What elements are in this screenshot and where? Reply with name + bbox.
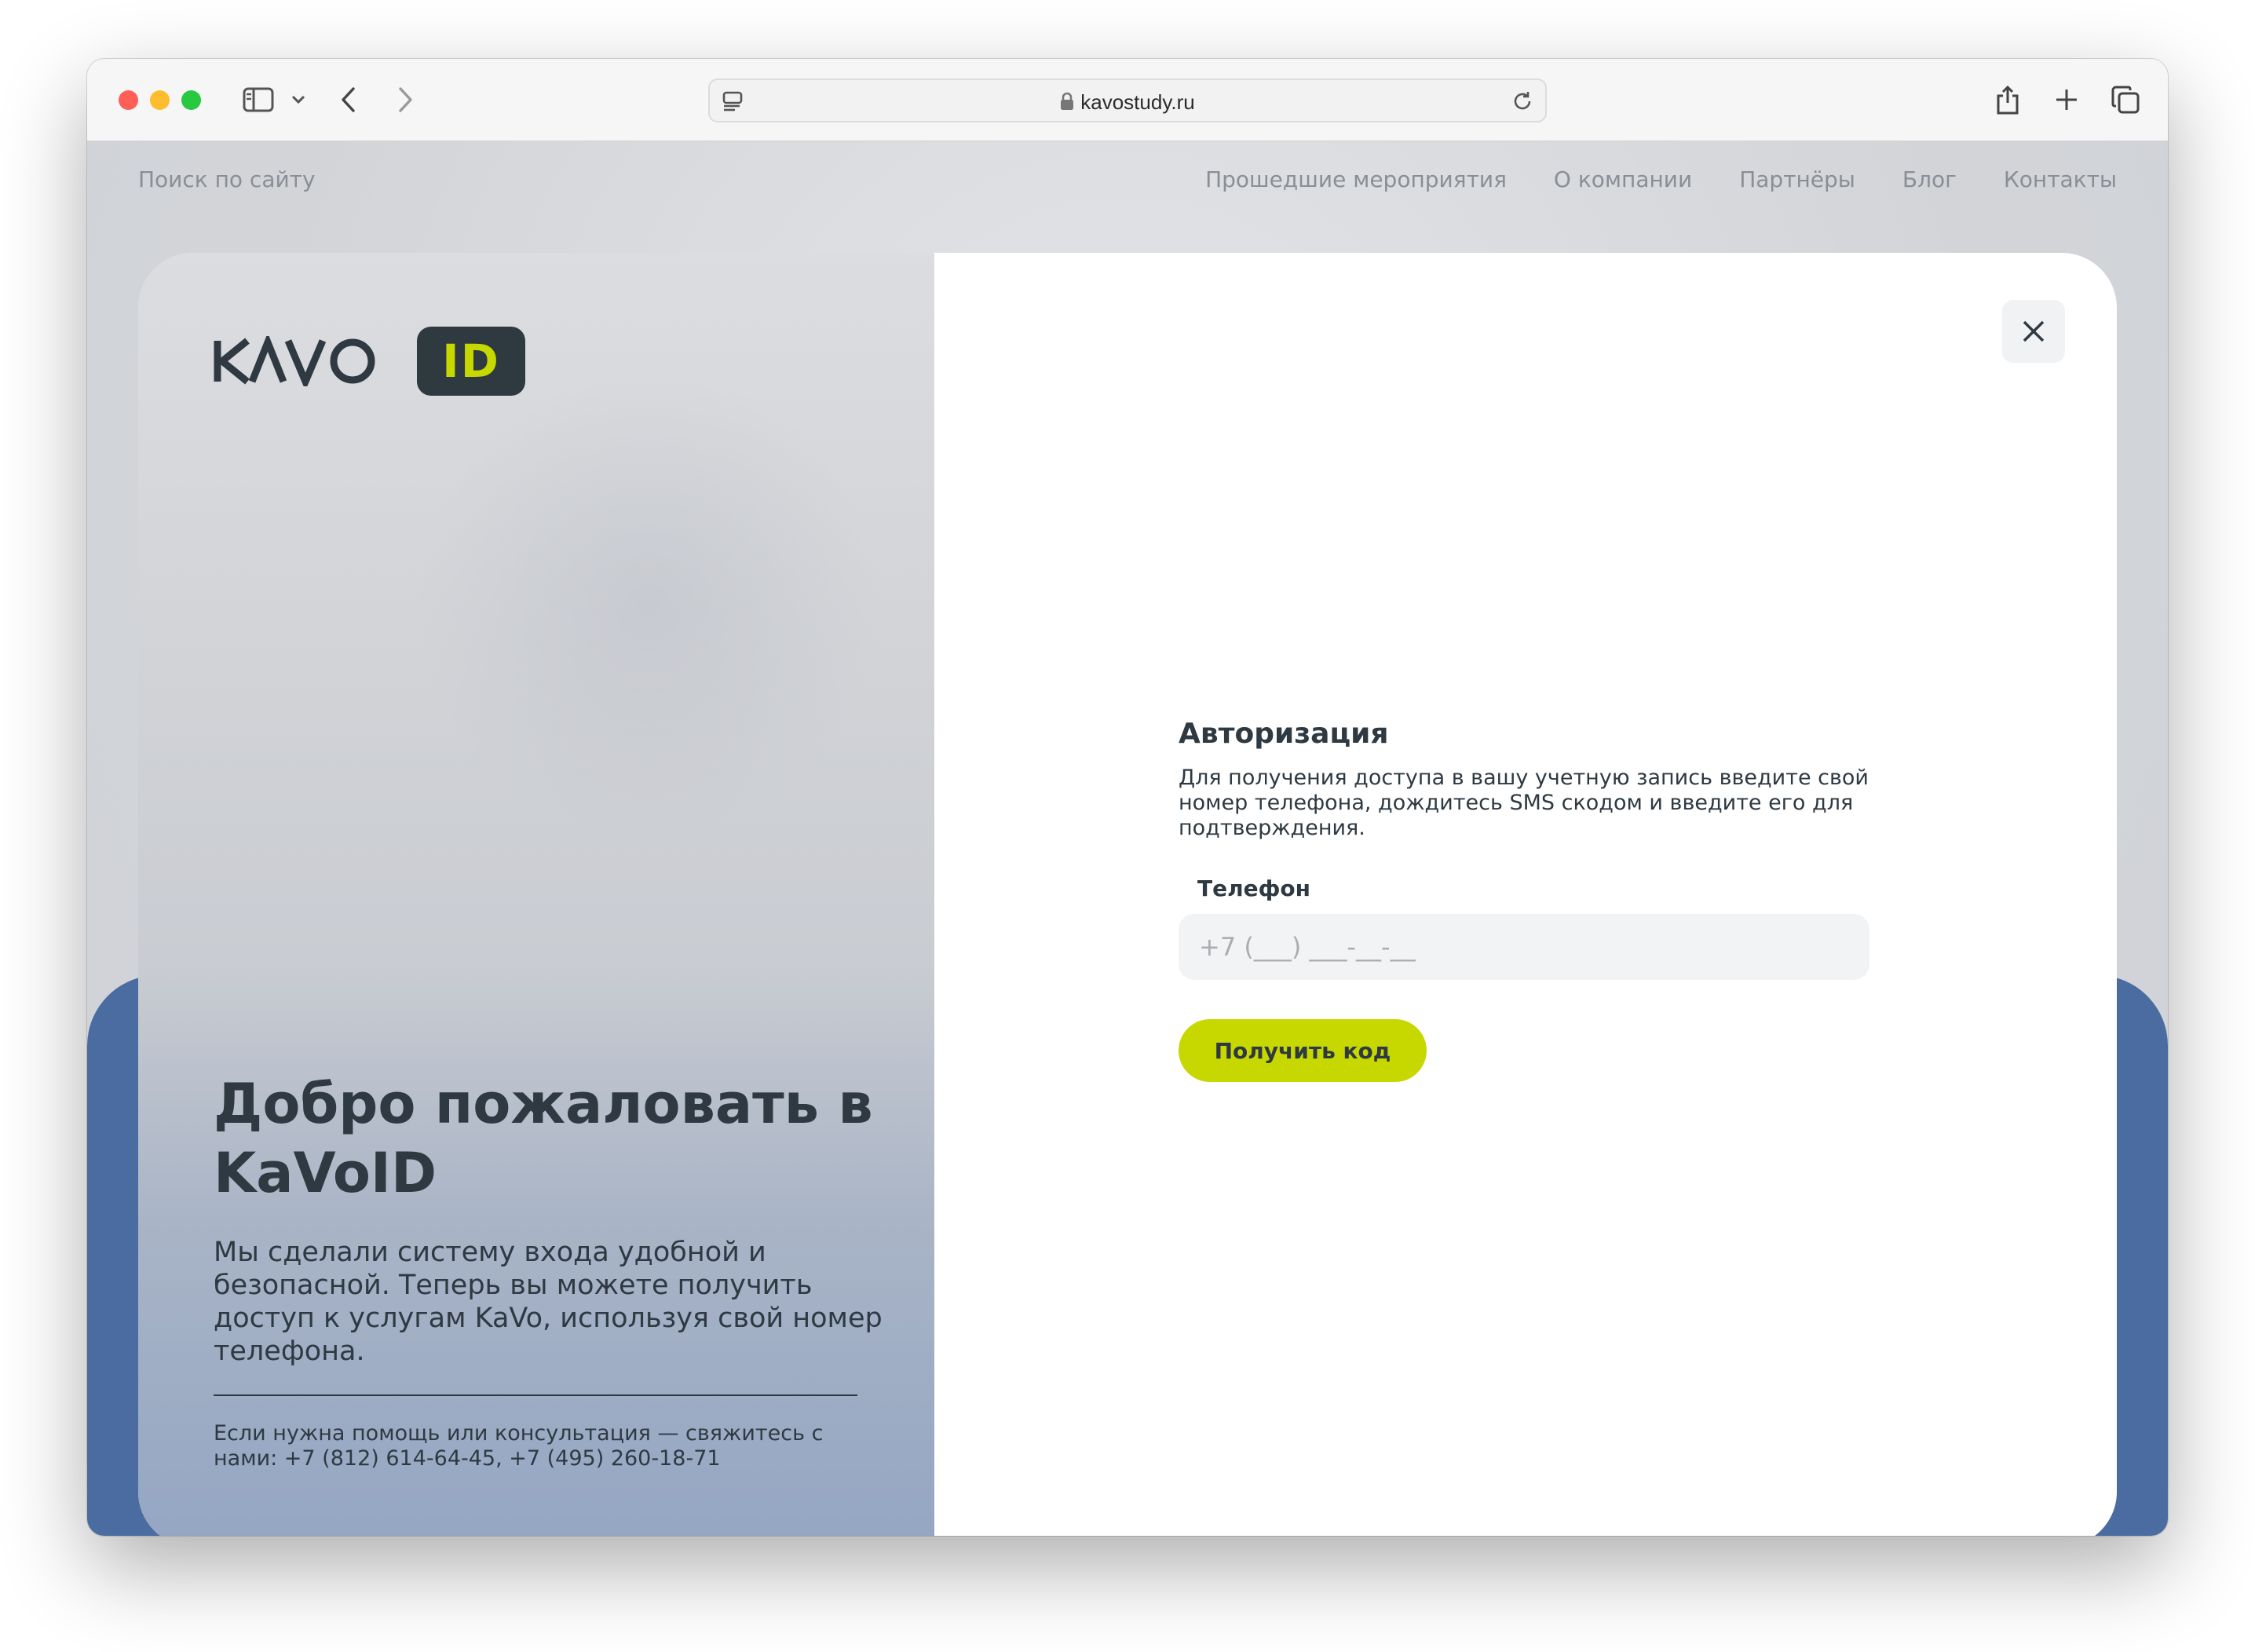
site-nav-links: Прошедшие мероприятия О компании Партнёр… (1205, 166, 2117, 192)
auth-description: Для получения доступа в вашу учетную зап… (1179, 766, 1869, 840)
nav-link-blog[interactable]: Блог (1902, 166, 1957, 192)
phone-input[interactable] (1179, 914, 1869, 980)
share-icon[interactable] (1994, 82, 2022, 117)
get-code-button[interactable]: Получить код (1179, 1019, 1427, 1082)
divider (214, 1394, 857, 1396)
nav-link-past-events[interactable]: Прошедшие мероприятия (1205, 166, 1507, 192)
site-search-link[interactable]: Поиск по сайту (138, 166, 316, 192)
login-modal: ID Добро пожаловать в KaVoID Мы сделали … (138, 253, 2117, 1536)
tabs-overview-icon[interactable] (2110, 82, 2141, 117)
welcome-text: Мы сделали систему входа удобной и безоп… (214, 1237, 883, 1367)
back-icon[interactable] (337, 82, 360, 117)
phone-label: Телефон (1197, 875, 1310, 901)
auth-form: Авторизация Для получения доступа в вашу… (1179, 718, 1877, 1082)
nav-link-about[interactable]: О компании (1554, 166, 1692, 192)
help-contacts-text: Если нужна помощь или консультация — свя… (214, 1421, 824, 1471)
site-top-nav: Поиск по сайту Прошедшие мероприятия О к… (138, 166, 2117, 198)
forward-icon[interactable] (393, 82, 417, 117)
browser-toolbar: kavostudy.ru (87, 59, 2168, 141)
page-content: Поиск по сайту Прошедшие мероприятия О к… (87, 141, 2168, 1536)
kavo-id-logo: ID (213, 327, 525, 396)
modal-welcome-panel: ID Добро пожаловать в KaVoID Мы сделали … (138, 253, 934, 1536)
browser-window: kavostudy.ru Поиск по сайту Прошедшие ме… (87, 59, 2168, 1536)
reload-icon[interactable] (1511, 90, 1534, 116)
id-badge: ID (417, 327, 525, 396)
sidebar-icon[interactable] (241, 82, 276, 117)
minimize-window-button[interactable] (150, 90, 170, 110)
nav-link-contacts[interactable]: Контакты (2004, 166, 2117, 192)
lock-icon (1060, 92, 1074, 116)
close-icon (2023, 320, 2045, 342)
nav-link-partners[interactable]: Партнёры (1739, 166, 1855, 192)
auth-title: Авторизация (1179, 718, 1389, 750)
url-text: kavostudy.ru (1080, 90, 1195, 114)
close-modal-button[interactable] (2002, 300, 2065, 363)
kavo-logo (214, 336, 375, 386)
close-window-button[interactable] (119, 90, 138, 110)
welcome-title: Добро пожаловать в KaVoID (214, 1072, 873, 1205)
chevron-down-icon[interactable] (290, 82, 307, 117)
address-bar[interactable]: kavostudy.ru (708, 79, 1547, 122)
zoom-window-button[interactable] (181, 90, 201, 110)
new-tab-icon[interactable] (2052, 82, 2081, 117)
